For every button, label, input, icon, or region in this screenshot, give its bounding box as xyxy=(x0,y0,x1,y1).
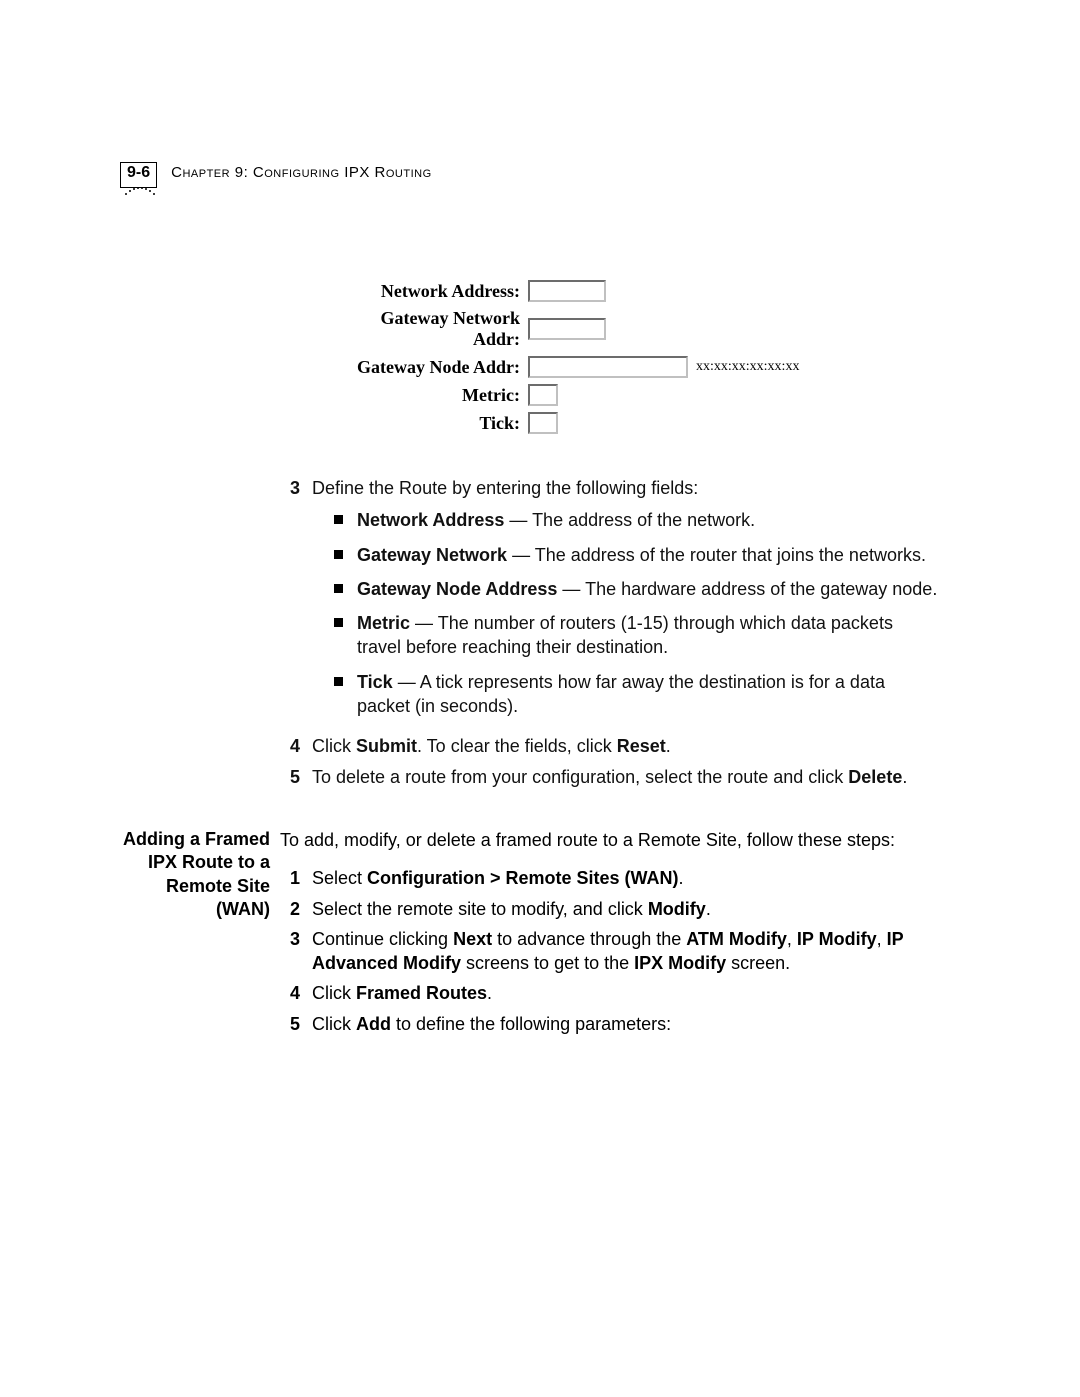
step-number: 4 xyxy=(280,734,300,758)
gateway-node-label: Gateway Node Addr: xyxy=(340,357,520,378)
gateway-node-hint: xx:xx:xx:xx:xx:xx xyxy=(696,359,799,375)
bullet-text: Gateway Network — The address of the rou… xyxy=(357,543,940,567)
step-text: To delete a route from your configuratio… xyxy=(312,765,940,789)
network-address-label: Network Address: xyxy=(340,281,520,302)
step-number: 3 xyxy=(280,927,300,976)
metric-label: Metric: xyxy=(340,385,520,406)
tick-field[interactable] xyxy=(528,412,558,434)
bullet-icon xyxy=(334,677,343,686)
step-number: 5 xyxy=(280,765,300,789)
step-text: Click Framed Routes. xyxy=(312,981,940,1005)
step-number: 4 xyxy=(280,981,300,1005)
step-text: Click Add to define the following parame… xyxy=(312,1012,940,1036)
step-number: 3 xyxy=(280,476,300,728)
bullet-text: Gateway Node Address — The hardware addr… xyxy=(357,577,940,601)
bullet-text: Tick — A tick represents how far away th… xyxy=(357,670,940,719)
step-text: Continue clicking Next to advance throug… xyxy=(312,927,940,976)
route-form: Network Address: Gateway Network Addr: G… xyxy=(340,280,799,440)
decorative-dots-icon xyxy=(123,183,432,201)
instructions-block-a: 3 Define the Route by entering the follo… xyxy=(280,476,940,795)
step-text: Define the Route by entering the followi… xyxy=(312,478,698,498)
network-address-field[interactable] xyxy=(528,280,606,302)
bullet-icon xyxy=(334,550,343,559)
step-text: Select Configuration > Remote Sites (WAN… xyxy=(312,866,940,890)
gateway-network-label: Gateway Network Addr: xyxy=(340,308,520,350)
bullet-icon xyxy=(334,618,343,627)
page-header: 9-6 Chapter 9: Configuring IPX Routing xyxy=(120,162,432,201)
step-text: Click Submit. To clear the fields, click… xyxy=(312,734,940,758)
instructions-block-b: To add, modify, or delete a framed route… xyxy=(280,828,940,1042)
tick-label: Tick: xyxy=(340,413,520,434)
metric-field[interactable] xyxy=(528,384,558,406)
step-text: Select the remote site to modify, and cl… xyxy=(312,897,940,921)
step-number: 5 xyxy=(280,1012,300,1036)
bullet-text: Metric — The number of routers (1-15) th… xyxy=(357,611,940,660)
gateway-node-field[interactable] xyxy=(528,356,688,378)
section-title: Adding a Framed IPX Route to a Remote Si… xyxy=(110,828,270,922)
step-number: 2 xyxy=(280,897,300,921)
step-number: 1 xyxy=(280,866,300,890)
section-intro: To add, modify, or delete a framed route… xyxy=(280,828,940,852)
gateway-network-field[interactable] xyxy=(528,318,606,340)
chapter-title: Chapter 9: Configuring IPX Routing xyxy=(171,164,432,181)
bullet-text: Network Address — The address of the net… xyxy=(357,508,940,532)
bullet-icon xyxy=(334,515,343,524)
bullet-icon xyxy=(334,584,343,593)
